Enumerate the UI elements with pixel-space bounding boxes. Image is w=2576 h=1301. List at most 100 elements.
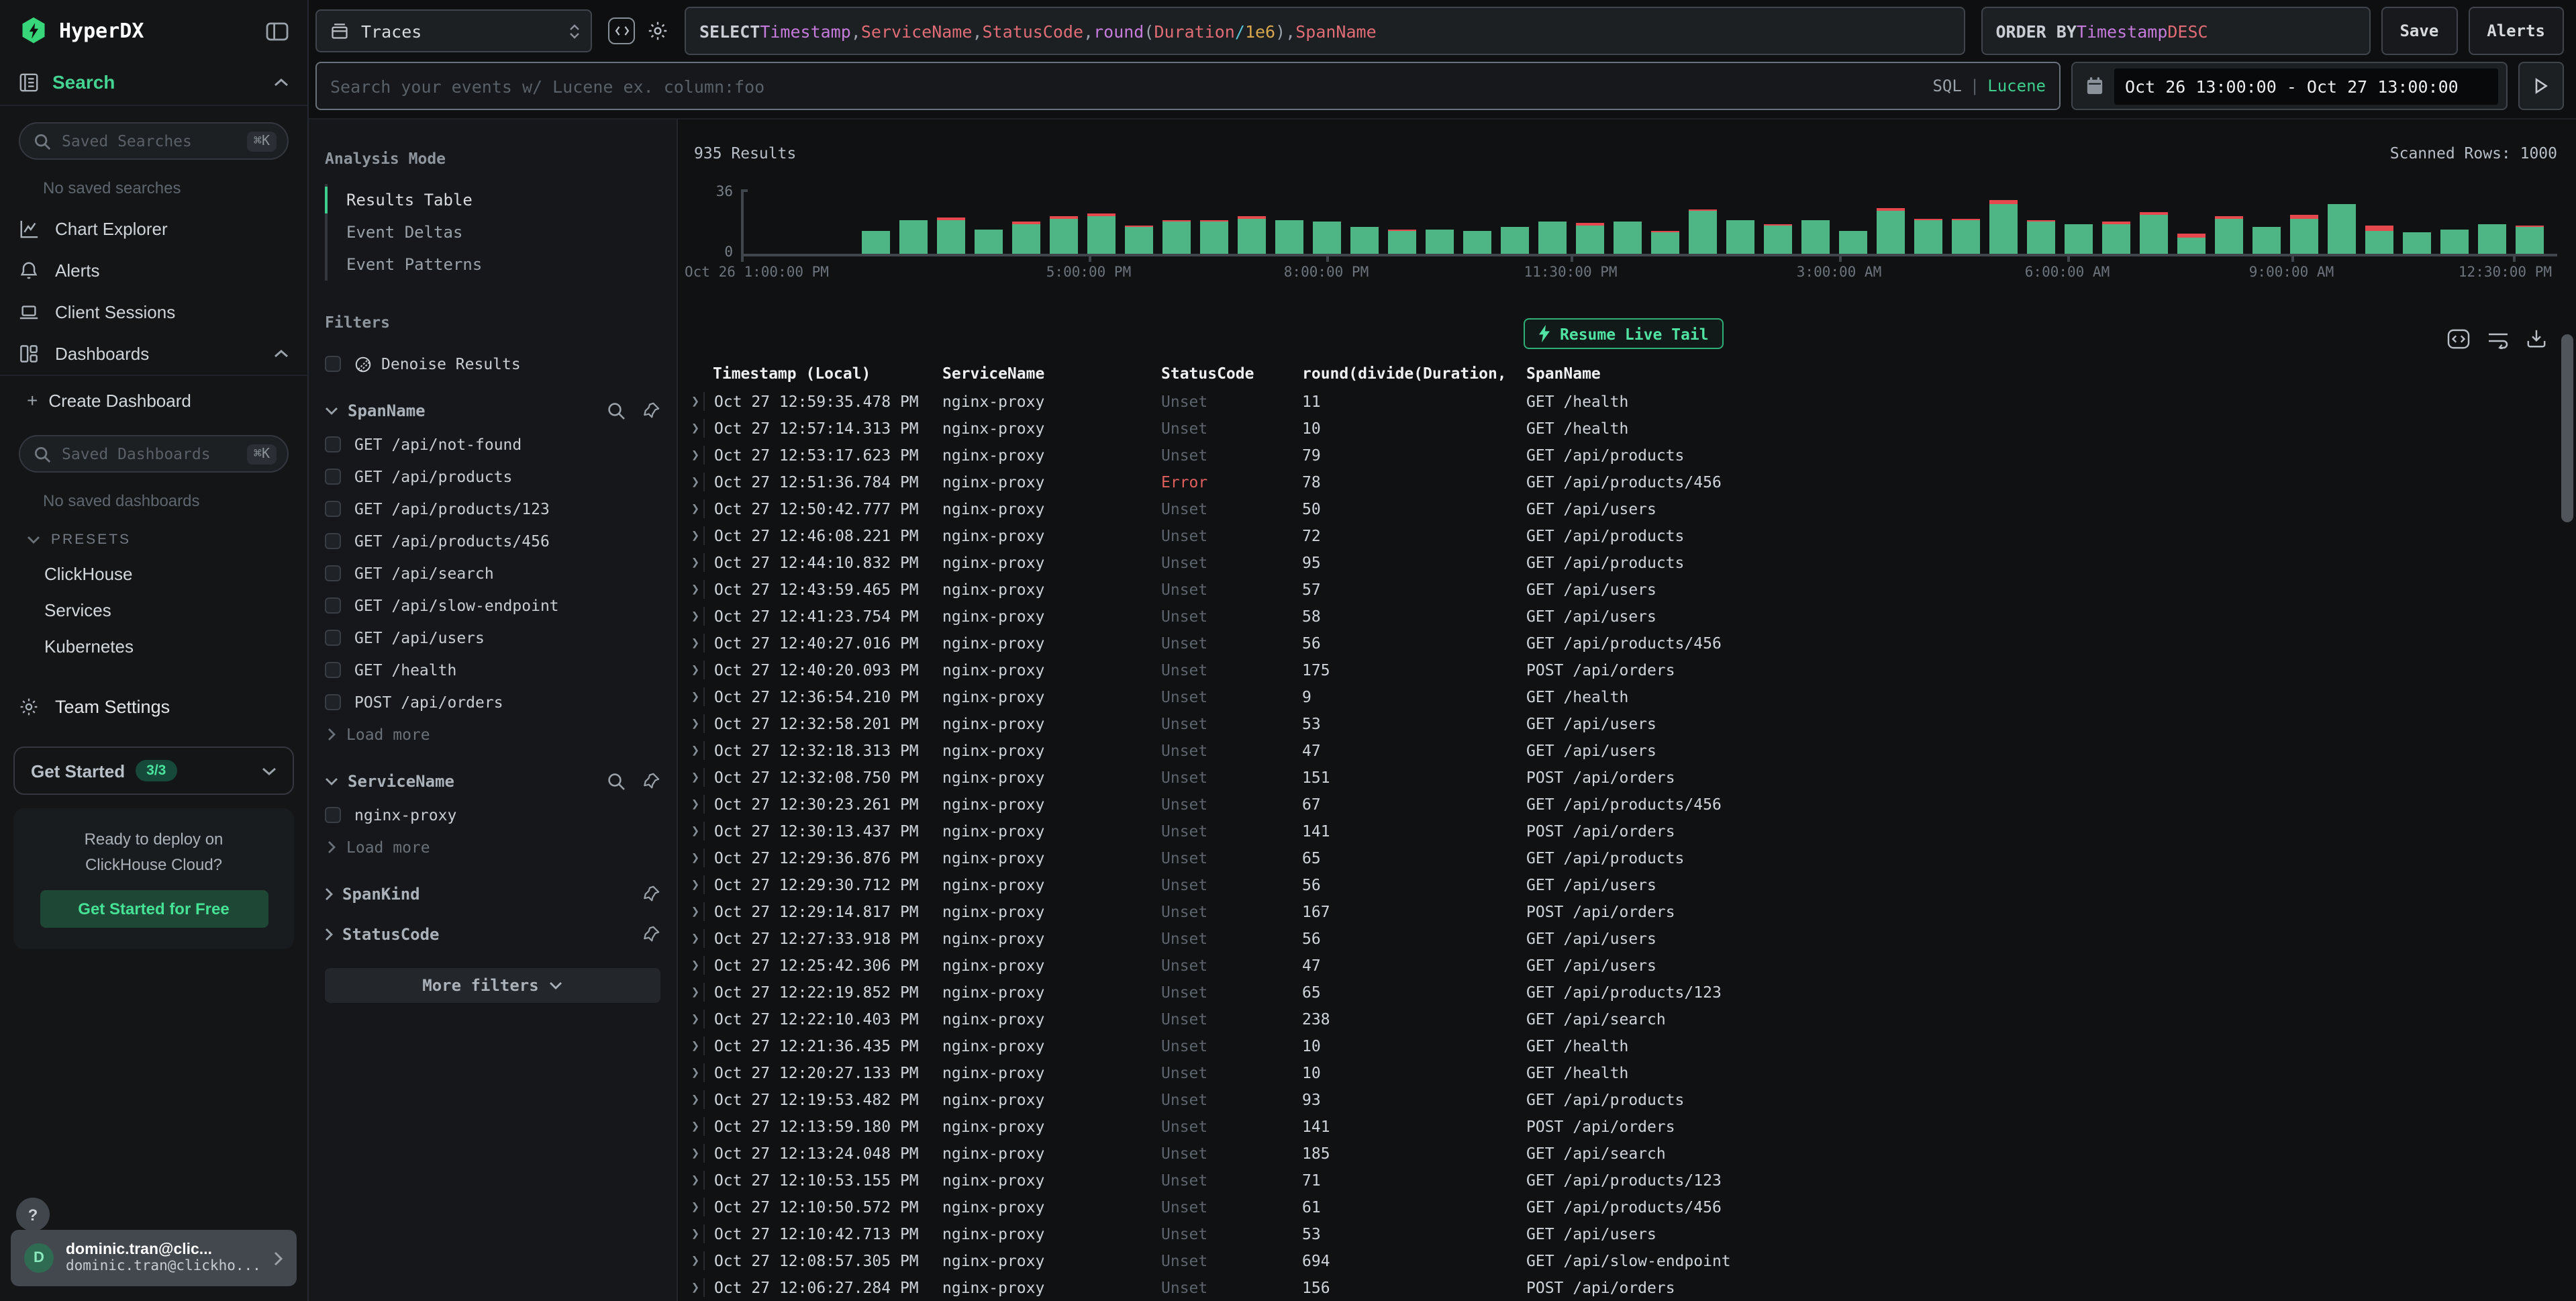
table-row[interactable]: ❯Oct 27 12:22:19.852 PMnginx-proxyUnset6… — [678, 979, 2557, 1006]
row-expand-chevron-icon[interactable]: ❯ — [691, 555, 703, 570]
table-row[interactable]: ❯Oct 27 12:25:42.306 PMnginx-proxyUnset4… — [678, 952, 2557, 979]
histogram-bar[interactable] — [1087, 214, 1116, 254]
analysis-mode-tab[interactable]: Event Deltas — [328, 216, 660, 248]
table-row[interactable]: ❯Oct 27 12:13:59.180 PMnginx-proxyUnset1… — [678, 1113, 2557, 1140]
histogram-bar[interactable] — [1125, 226, 1153, 254]
row-expand-chevron-icon[interactable]: ❯ — [691, 582, 703, 597]
row-expand-chevron-icon[interactable]: ❯ — [691, 824, 703, 838]
row-expand-chevron-icon[interactable]: ❯ — [691, 1280, 703, 1295]
histogram-bar[interactable] — [2140, 212, 2168, 254]
table-row[interactable]: ❯Oct 27 12:43:59.465 PMnginx-proxyUnset5… — [678, 576, 2557, 603]
table-row[interactable]: ❯Oct 27 12:29:14.817 PMnginx-proxyUnset1… — [678, 898, 2557, 925]
column-header-servicename[interactable]: ServiceName — [942, 364, 1161, 383]
row-expand-chevron-icon[interactable]: ❯ — [691, 904, 703, 919]
row-expand-chevron-icon[interactable]: ❯ — [691, 475, 703, 489]
team-settings-button[interactable]: Team Settings — [0, 683, 307, 730]
histogram-bar[interactable] — [1501, 227, 1529, 254]
histogram-bar[interactable] — [2215, 215, 2243, 254]
table-row[interactable]: ❯Oct 27 12:46:08.221 PMnginx-proxyUnset7… — [678, 522, 2557, 549]
row-expand-chevron-icon[interactable]: ❯ — [691, 985, 703, 1000]
checkbox[interactable] — [325, 630, 341, 646]
row-expand-chevron-icon[interactable]: ❯ — [691, 1146, 703, 1161]
time-range-picker[interactable]: Oct 26 13:00:00 - Oct 27 13:00:00 — [2071, 62, 2508, 110]
alerts-button[interactable]: Alerts — [2468, 7, 2564, 55]
column-header-spanname[interactable]: SpanName — [1526, 364, 2557, 383]
checkbox[interactable] — [325, 565, 341, 581]
table-row[interactable]: ❯Oct 27 12:40:27.016 PMnginx-proxyUnset5… — [678, 630, 2557, 657]
row-expand-chevron-icon[interactable]: ❯ — [691, 1253, 703, 1268]
histogram-bar[interactable] — [2365, 226, 2393, 254]
wrap-lines-icon[interactable] — [2487, 329, 2509, 349]
row-expand-chevron-icon[interactable]: ❯ — [691, 394, 703, 409]
checkbox[interactable] — [325, 662, 341, 678]
histogram-bar[interactable] — [1538, 222, 1567, 254]
row-expand-chevron-icon[interactable]: ❯ — [691, 851, 703, 865]
presets-toggle[interactable]: PRESETS — [0, 521, 307, 556]
histogram-bar[interactable] — [1914, 218, 1942, 254]
analysis-mode-tab[interactable]: Event Patterns — [328, 248, 660, 281]
table-row[interactable]: ❯Oct 27 12:50:42.777 PMnginx-proxyUnset5… — [678, 495, 2557, 522]
order-by-input[interactable]: ORDER BY Timestamp DESC — [1981, 7, 2370, 55]
row-expand-chevron-icon[interactable]: ❯ — [691, 1226, 703, 1241]
table-row[interactable]: ❯Oct 27 12:53:17.623 PMnginx-proxyUnset7… — [678, 442, 2557, 469]
histogram-bar[interactable] — [899, 220, 928, 254]
histogram-bar[interactable] — [1989, 201, 2018, 254]
code-view-icon[interactable] — [608, 17, 635, 44]
histogram-bar[interactable] — [2102, 222, 2130, 254]
row-expand-chevron-icon[interactable]: ❯ — [691, 501, 703, 516]
row-expand-chevron-icon[interactable]: ❯ — [691, 1065, 703, 1080]
table-row[interactable]: ❯Oct 27 12:21:36.435 PMnginx-proxyUnset1… — [678, 1032, 2557, 1059]
histogram-bar[interactable] — [1839, 231, 1867, 254]
histogram-bar[interactable] — [2027, 220, 2055, 254]
histogram-bar[interactable] — [1689, 209, 1717, 254]
pin-icon[interactable] — [642, 401, 660, 420]
get-started-toggle[interactable]: Get Started 3/3 — [13, 746, 294, 795]
histogram-bar[interactable] — [1350, 227, 1379, 254]
table-row[interactable]: ❯Oct 27 12:08:57.305 PMnginx-proxyUnset6… — [678, 1247, 2557, 1274]
table-row[interactable]: ❯Oct 27 12:10:50.572 PMnginx-proxyUnset6… — [678, 1194, 2557, 1220]
table-row[interactable]: ❯Oct 27 12:13:24.048 PMnginx-proxyUnset1… — [678, 1140, 2557, 1167]
histogram-bar[interactable] — [862, 231, 890, 254]
lucene-mode-toggle[interactable]: Lucene — [1987, 77, 2046, 95]
row-expand-chevron-icon[interactable]: ❯ — [691, 528, 703, 543]
histogram-bar[interactable] — [2403, 232, 2431, 254]
row-expand-chevron-icon[interactable]: ❯ — [691, 716, 703, 731]
table-row[interactable]: ❯Oct 27 12:36:54.210 PMnginx-proxyUnset9… — [678, 683, 2557, 710]
table-row[interactable]: ❯Oct 27 12:57:14.313 PMnginx-proxyUnset1… — [678, 415, 2557, 442]
histogram-bar[interactable] — [2478, 224, 2506, 254]
histogram-bar[interactable] — [1238, 217, 1266, 254]
filter-value-checkbox[interactable]: POST /api/orders — [325, 686, 660, 718]
table-row[interactable]: ❯Oct 27 12:29:30.712 PMnginx-proxyUnset5… — [678, 871, 2557, 898]
histogram-bar[interactable] — [1388, 229, 1416, 254]
row-expand-chevron-icon[interactable]: ❯ — [691, 931, 703, 946]
column-header-duration[interactable]: round(divide(Duration, — [1302, 364, 1526, 383]
checkbox[interactable] — [325, 356, 341, 372]
histogram-bar[interactable] — [1200, 220, 1228, 254]
saved-dashboards-input[interactable]: Saved Dashboards ⌘K — [19, 435, 289, 473]
histogram-bar[interactable] — [975, 229, 1003, 254]
sidebar-collapse-icon[interactable] — [266, 21, 289, 41]
row-expand-chevron-icon[interactable]: ❯ — [691, 421, 703, 436]
table-row[interactable]: ❯Oct 27 12:20:27.133 PMnginx-proxyUnset1… — [678, 1059, 2557, 1086]
resume-live-tail-button[interactable]: Resume Live Tail — [1524, 318, 1724, 349]
row-expand-chevron-icon[interactable]: ❯ — [691, 1039, 703, 1053]
row-expand-chevron-icon[interactable]: ❯ — [691, 609, 703, 624]
histogram-bar[interactable] — [937, 218, 965, 254]
filter-value-checkbox[interactable]: GET /api/search — [325, 557, 660, 589]
filter-value-checkbox[interactable]: GET /api/not-found — [325, 428, 660, 461]
filter-group-servicename[interactable]: ServiceName — [325, 772, 660, 791]
histogram-bar[interactable] — [2440, 229, 2469, 254]
vertical-scrollbar[interactable] — [2561, 334, 2573, 522]
row-expand-chevron-icon[interactable]: ❯ — [691, 689, 703, 704]
row-expand-chevron-icon[interactable]: ❯ — [691, 636, 703, 650]
filter-value-checkbox[interactable]: GET /api/products/123 — [325, 493, 660, 525]
table-row[interactable]: ❯Oct 27 12:40:20.093 PMnginx-proxyUnset1… — [678, 657, 2557, 683]
table-row[interactable]: ❯Oct 27 12:59:35.478 PMnginx-proxyUnset1… — [678, 388, 2557, 415]
preset-services[interactable]: Services — [0, 592, 307, 628]
filter-value-checkbox[interactable]: GET /api/users — [325, 622, 660, 654]
checkbox[interactable] — [325, 501, 341, 517]
load-more-button[interactable]: Load more — [325, 831, 660, 863]
histogram-bar[interactable] — [1275, 220, 1303, 254]
histogram-bar[interactable] — [2252, 227, 2281, 254]
run-query-button[interactable] — [2518, 62, 2564, 110]
